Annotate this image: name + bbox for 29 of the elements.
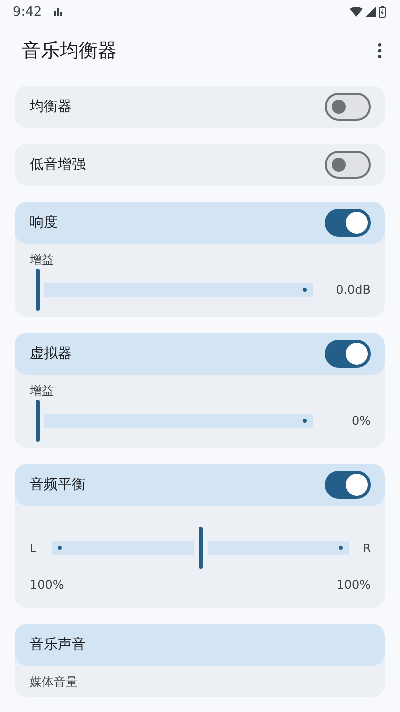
slider-thumb[interactable] xyxy=(198,527,202,569)
setting-title: 虚拟器 xyxy=(30,345,73,363)
slider-value: 0.0dB xyxy=(335,283,371,297)
toggle-switch[interactable] xyxy=(325,209,371,237)
right-value: 100% xyxy=(336,577,371,594)
toggle-switch[interactable] xyxy=(325,93,371,121)
slider-thumb[interactable] xyxy=(36,400,40,442)
toggle-switch[interactable] xyxy=(325,340,371,368)
slider-value: 0% xyxy=(350,414,371,428)
slider-label: 增益 xyxy=(30,252,55,269)
app-title: 音乐均衡器 xyxy=(22,39,118,64)
slider-thumb[interactable] xyxy=(36,269,40,311)
setting-title: 音频平衡 xyxy=(30,476,87,494)
bars-icon xyxy=(54,8,62,16)
slider-label: 增益 xyxy=(30,383,55,400)
setting-title: 响度 xyxy=(30,214,59,232)
battery-icon xyxy=(379,6,386,18)
setting-title: 低音增强 xyxy=(30,156,87,174)
signal-icon xyxy=(366,7,376,17)
setting-title: 均衡器 xyxy=(30,98,73,116)
status-time: 9:42 xyxy=(13,4,42,20)
toggle-switch[interactable] xyxy=(325,151,371,179)
slider-label: 媒体音量 xyxy=(30,674,79,691)
left-value: 100% xyxy=(30,577,64,594)
wifi-icon xyxy=(350,7,363,17)
toggle-switch[interactable] xyxy=(325,471,371,499)
left-label: L xyxy=(30,542,38,554)
setting-title: 音乐声音 xyxy=(30,636,87,654)
right-label: R xyxy=(362,542,371,554)
